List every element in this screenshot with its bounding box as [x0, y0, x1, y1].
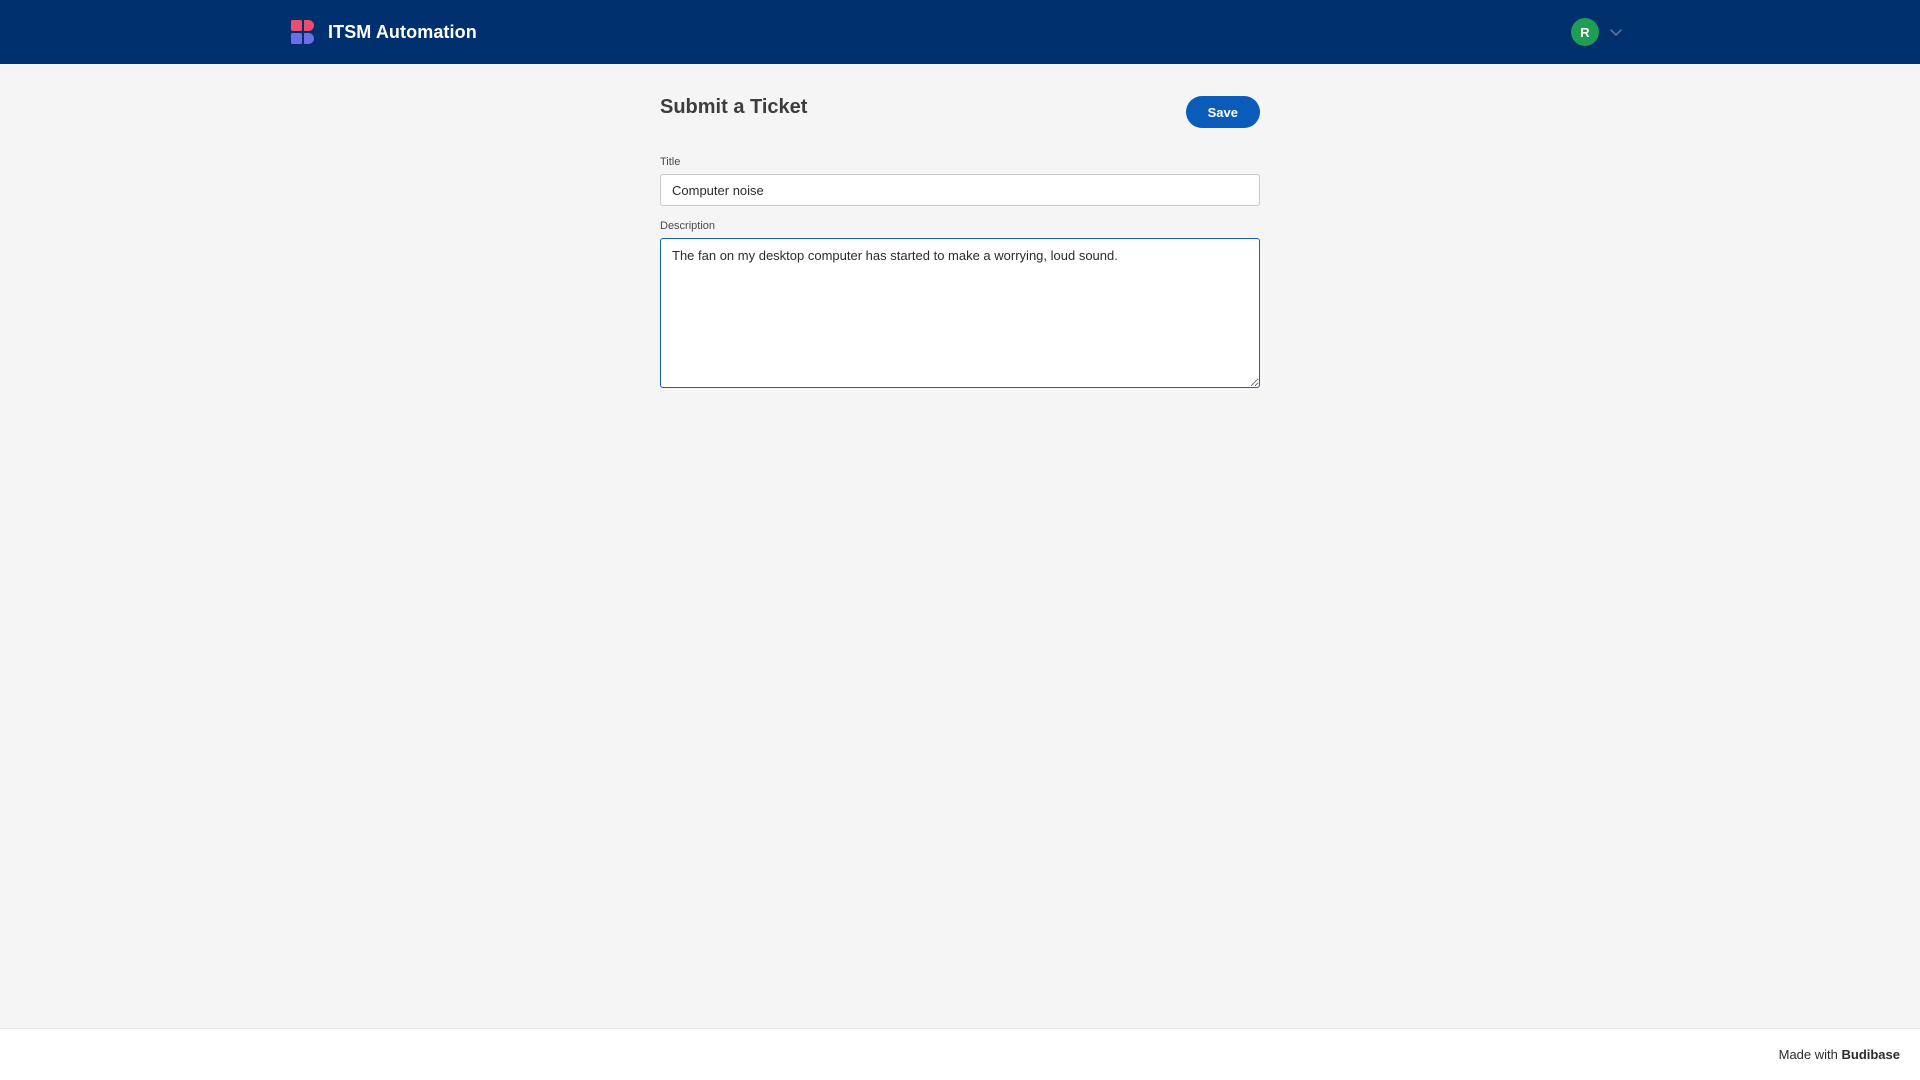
user-menu[interactable]: R — [1571, 18, 1623, 46]
top-navigation-bar: ITSM Automation R — [0, 0, 1920, 64]
description-field-group: Description The fan on my desktop comput… — [660, 220, 1260, 388]
save-button[interactable]: Save — [1185, 96, 1260, 128]
ticket-form: Submit a Ticket Save Title Description T… — [660, 64, 1260, 402]
footer: Made with Budibase — [0, 1028, 1920, 1080]
title-field-group: Title — [660, 156, 1260, 206]
title-label: Title — [660, 156, 681, 168]
form-header: Submit a Ticket Save — [660, 64, 1260, 156]
description-textarea[interactable]: The fan on my desktop computer has start… — [660, 238, 1260, 388]
description-label: Description — [660, 220, 716, 232]
made-with-budibase-link[interactable]: Made with Budibase — [1779, 1047, 1900, 1062]
title-input[interactable] — [660, 174, 1260, 206]
made-with-text: Made with — [1778, 1047, 1838, 1062]
chevron-down-icon[interactable] — [1609, 25, 1623, 39]
budibase-brand-text: Budibase — [1841, 1047, 1900, 1062]
budibase-logo-icon — [291, 20, 314, 44]
app-title: ITSM Automation — [328, 21, 477, 42]
brand[interactable]: ITSM Automation — [290, 19, 477, 45]
page-title: Submit a Ticket — [660, 96, 808, 118]
avatar[interactable]: R — [1571, 18, 1599, 46]
